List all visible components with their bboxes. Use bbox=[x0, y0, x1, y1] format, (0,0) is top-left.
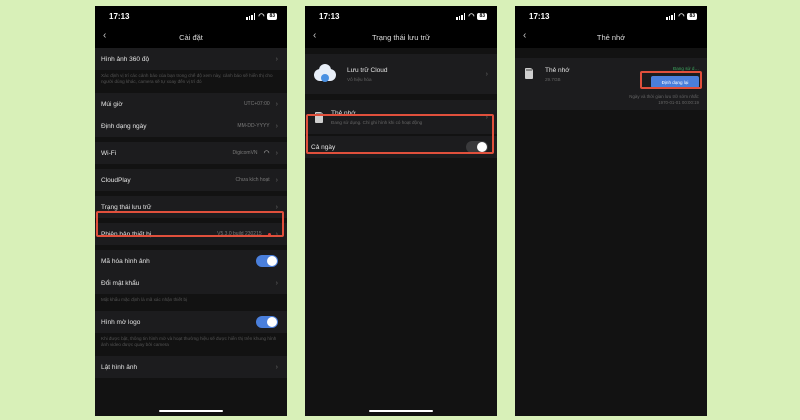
row-timezone[interactable]: Múi giờ UTC+07:00 › bbox=[95, 93, 287, 115]
row-wifi[interactable]: Wi-Fi DigicomVN ◠ › bbox=[95, 142, 287, 164]
battery-icon: 83 bbox=[267, 12, 277, 20]
all-day-toggle[interactable] bbox=[466, 141, 488, 153]
page-title: Trạng thái lưu trữ bbox=[371, 32, 431, 42]
battery-icon: 83 bbox=[477, 12, 487, 20]
wifi-icon: ◠ bbox=[468, 13, 475, 20]
signal-icon bbox=[246, 12, 256, 20]
status-bar: 17:13 ◠ 83 bbox=[305, 6, 497, 26]
sd-card-size: 29.7GB bbox=[545, 77, 561, 82]
cloud-icon bbox=[311, 62, 339, 86]
back-icon[interactable]: ‹ bbox=[523, 30, 526, 41]
home-indicator bbox=[159, 410, 223, 412]
chevron-right-icon: › bbox=[275, 55, 278, 63]
chevron-right-icon: › bbox=[275, 149, 278, 157]
row-encrypt: Mã hóa hình ảnh bbox=[95, 250, 287, 272]
phone-sd-card: 17:13 ◠ 83 ‹ Thẻ nhớ Thẻ nhớ 29.7GB Đang… bbox=[515, 6, 707, 416]
chevron-right-icon: › bbox=[485, 70, 488, 78]
encrypt-toggle[interactable] bbox=[256, 255, 278, 267]
status-bar: 17:13 ◠ 83 bbox=[515, 6, 707, 26]
phone-settings: 17:13 ◠ 83 ‹ Cài đặt Hình ảnh 360 độ › Xá… bbox=[95, 6, 287, 416]
row-password[interactable]: Đổi mật khẩu › bbox=[95, 272, 287, 294]
row-cloud-storage[interactable]: Lưu trữ Cloud Vô hiệu hóa › bbox=[305, 54, 497, 94]
status-time: 17:13 bbox=[529, 11, 550, 21]
format-button[interactable]: Định dạng lại bbox=[651, 76, 699, 88]
back-icon[interactable]: ‹ bbox=[103, 30, 106, 41]
nav-bar: ‹ Trạng thái lưu trữ bbox=[305, 26, 497, 48]
page-title: Thẻ nhớ bbox=[596, 32, 626, 42]
sd-card-name: Thẻ nhớ bbox=[545, 67, 570, 74]
row-blur-logo: Hình mờ logo bbox=[95, 311, 287, 333]
row-flip[interactable]: Lật hình ảnh › bbox=[95, 356, 287, 378]
row-all-day: Cả ngày bbox=[305, 136, 497, 158]
nav-bar: ‹ Thẻ nhớ bbox=[515, 26, 707, 48]
chevron-right-icon: › bbox=[275, 279, 278, 287]
sd-card-status: Đang sử d… bbox=[672, 66, 699, 71]
sd-card-info: Ngày và thời gian lưu trữ sớm nhất: 1970-… bbox=[629, 94, 699, 105]
sd-card-icon bbox=[315, 111, 323, 123]
phone-storage-status: 17:13 ◠ 83 ‹ Trạng thái lưu trữ Lưu trữ … bbox=[305, 6, 497, 416]
blur-logo-desc: Khi được bật, thông tin hình mờ và hoạt … bbox=[95, 333, 287, 351]
chevron-right-icon: › bbox=[275, 203, 278, 211]
chevron-right-icon: › bbox=[275, 230, 278, 238]
blur-logo-toggle[interactable] bbox=[256, 316, 278, 328]
wifi-icon: ◠ bbox=[678, 13, 685, 20]
update-dot-icon bbox=[267, 232, 271, 236]
status-time: 17:13 bbox=[109, 11, 130, 21]
signal-icon bbox=[456, 12, 466, 20]
wifi-icon: ◠ bbox=[258, 13, 265, 20]
status-bar: 17:13 ◠ 83 bbox=[95, 6, 287, 26]
signal-icon bbox=[666, 12, 676, 20]
chevron-right-icon: › bbox=[275, 100, 278, 108]
storage-list: Lưu trữ Cloud Vô hiệu hóa › Thẻ nhớ Đang s… bbox=[305, 48, 497, 416]
chevron-right-icon: › bbox=[275, 176, 278, 184]
chevron-right-icon: › bbox=[275, 363, 278, 371]
row-cloudplay[interactable]: CloudPlay Chưa kích hoạt › bbox=[95, 169, 287, 191]
row-sd-card[interactable]: Thẻ nhớ Đang sử dụng. Chỉ ghi hình khi có… bbox=[305, 100, 497, 134]
back-icon[interactable]: ‹ bbox=[313, 30, 316, 41]
row-storage-status[interactable]: Trạng thái lưu trữ › bbox=[95, 196, 287, 218]
home-indicator bbox=[369, 410, 433, 412]
page-title: Cài đặt bbox=[179, 32, 203, 42]
row-firmware[interactable]: Phiên bản thiết bị V5.3.0 build 230215 › bbox=[95, 223, 287, 245]
status-time: 17:13 bbox=[319, 11, 340, 21]
wifi-icon: ◠ bbox=[263, 150, 270, 157]
sd-card-content: Thẻ nhớ 29.7GB Đang sử d… Định dạng lại … bbox=[515, 48, 707, 416]
password-desc: Mật khẩu mặc định là mã xác nhận thiết b… bbox=[95, 294, 287, 306]
nav-bar: ‹ Cài đặt bbox=[95, 26, 287, 48]
image360-desc: Xác định vị trí các cảnh báo của bạn tro… bbox=[95, 70, 287, 88]
chevron-right-icon: › bbox=[485, 113, 488, 121]
chevron-right-icon: › bbox=[275, 122, 278, 130]
row-image360[interactable]: Hình ảnh 360 độ › bbox=[95, 48, 287, 70]
battery-icon: 83 bbox=[687, 12, 697, 20]
sd-card-panel: Thẻ nhớ 29.7GB Đang sử d… Định dạng lại … bbox=[515, 58, 707, 110]
settings-list: Hình ảnh 360 độ › Xác định vị trí các cản… bbox=[95, 48, 287, 416]
sd-card-icon bbox=[525, 68, 533, 79]
row-dateformat[interactable]: Định dạng ngày MM-DD-YYYY › bbox=[95, 115, 287, 137]
